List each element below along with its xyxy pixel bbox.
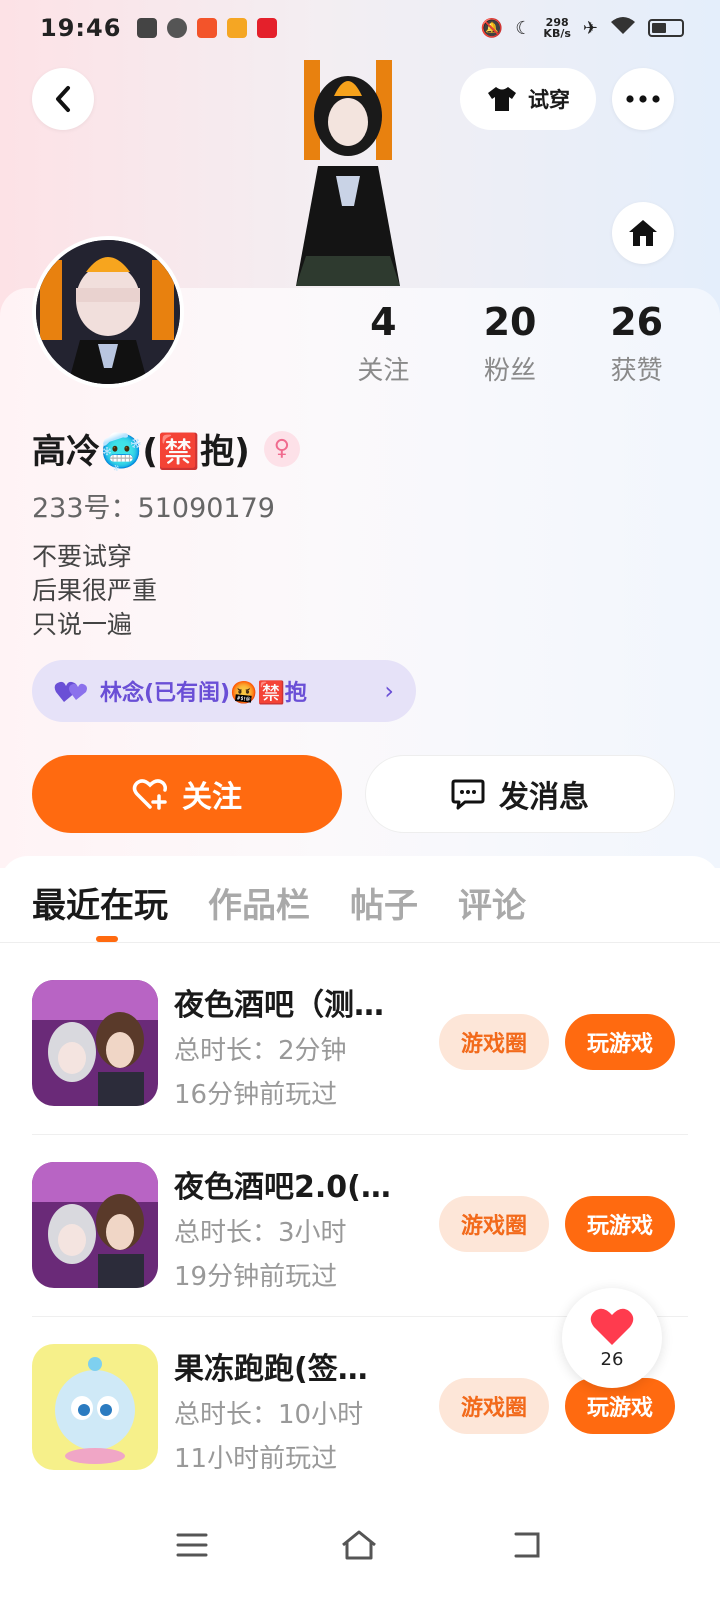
game-circle-button[interactable]: 游戏圈	[439, 1378, 549, 1434]
game-duration: 总时长：3小时	[174, 1218, 347, 1248]
name-row: 高冷🥶(🈲抱) ♀	[32, 424, 300, 473]
game-list-item[interactable]: 夜色酒吧（测… 总时长：2分钟 16分钟前玩过 游戏圈 玩游戏	[32, 980, 688, 1160]
tab-posts[interactable]: 帖子	[350, 878, 418, 927]
tabs-divider	[0, 942, 720, 943]
likes-count: 26	[610, 300, 664, 344]
heart-plus-icon	[132, 779, 167, 810]
user-id: 233号：51090179	[32, 493, 275, 524]
list-divider	[32, 1134, 688, 1135]
content-section: 最近在玩 作品栏 帖子 评论 夜色酒吧（测… 总时长：2分钟 16分钟前玩过 游…	[0, 856, 720, 1600]
battery-icon	[648, 19, 684, 37]
wifi-icon	[610, 16, 636, 41]
system-navigation-bar	[0, 1490, 720, 1600]
send-message-button[interactable]: 发消息	[365, 755, 675, 833]
notification-app-icon	[197, 18, 218, 38]
status-time: 19:46	[40, 14, 122, 42]
tshirt-icon	[488, 87, 516, 111]
game-icon	[32, 1162, 158, 1288]
female-gender-icon: ♀	[263, 430, 300, 467]
game-icon	[32, 980, 158, 1106]
couple-label: 林念(已有闺)🤬🈲抱	[100, 681, 307, 706]
play-game-button[interactable]: 玩游戏	[565, 1014, 675, 1070]
game-duration: 总时长：10小时	[174, 1400, 364, 1430]
mute-icon: 🔕	[480, 17, 504, 39]
more-options-button[interactable]	[612, 68, 674, 130]
tab-works[interactable]: 作品栏	[208, 878, 310, 927]
back-nav-icon[interactable]	[510, 1530, 544, 1560]
following-stat[interactable]: 4 关注	[320, 298, 447, 387]
fans-count: 20	[483, 300, 537, 344]
try-on-label: 试穿	[528, 88, 570, 112]
follow-button[interactable]: 关注	[32, 755, 342, 833]
network-speed: 298 KB/s	[543, 16, 571, 40]
likes-stat[interactable]: 26 获赞	[573, 298, 700, 387]
follow-label: 关注	[182, 780, 242, 815]
bio-line: 不要试穿	[32, 542, 133, 571]
heart-icon	[590, 1308, 634, 1345]
game-last-played: 19分钟前玩过	[174, 1262, 338, 1292]
message-label: 发消息	[499, 780, 589, 815]
home-button[interactable]	[612, 202, 674, 264]
notification-app-icon	[227, 18, 248, 38]
following-label: 关注	[357, 356, 410, 386]
game-duration: 总时长：2分钟	[174, 1036, 347, 1066]
chat-bubble-icon	[451, 779, 485, 810]
tab-recently-played[interactable]: 最近在玩	[32, 878, 168, 927]
house-icon	[629, 220, 657, 246]
status-bar: 19:46 🔕 ☾ 298 KB/s ✈	[0, 0, 720, 56]
game-circle-button[interactable]: 游戏圈	[439, 1196, 549, 1252]
moon-icon: ☾	[515, 17, 532, 39]
likes-label: 获赞	[610, 356, 663, 386]
profile-avatar[interactable]	[32, 236, 184, 388]
user-bio: 不要试穿 后果很严重 只说一遍	[32, 540, 157, 642]
game-title: 夜色酒吧（测…	[174, 988, 384, 1023]
tab-comments[interactable]: 评论	[458, 878, 526, 927]
more-dots-icon	[626, 95, 660, 103]
menu-icon[interactable]	[176, 1532, 208, 1558]
game-last-played: 11小时前玩过	[174, 1444, 338, 1474]
back-button[interactable]	[32, 68, 94, 130]
home-nav-icon[interactable]	[340, 1529, 378, 1561]
following-count: 4	[370, 300, 397, 344]
profile-stats: 4 关注 20 粉丝 26 获赞	[320, 298, 700, 387]
bio-line: 只说一遍	[32, 610, 133, 639]
notification-app-icon	[137, 18, 158, 38]
like-count: 26	[600, 1348, 624, 1370]
avatar-3d-figure	[276, 56, 420, 288]
game-circle-button[interactable]: 游戏圈	[439, 1014, 549, 1070]
bio-line: 后果很严重	[32, 576, 158, 605]
double-heart-icon	[54, 681, 87, 702]
fans-stat[interactable]: 20 粉丝	[447, 298, 574, 387]
back-arrow-icon	[56, 86, 70, 112]
try-on-button[interactable]: 试穿	[460, 68, 596, 130]
chevron-right-icon: ›	[384, 677, 394, 705]
floating-like-button[interactable]: 26	[562, 1288, 662, 1388]
status-icons: 🔕 ☾ 298 KB/s ✈	[481, 16, 684, 41]
notification-app-icon	[257, 18, 278, 38]
couple-relationship-pill[interactable]: 林念(已有闺)🤬🈲抱 ›	[32, 660, 416, 722]
user-name: 高冷🥶(🈲抱)	[32, 432, 250, 472]
profile-tabs: 最近在玩 作品栏 帖子 评论	[32, 878, 526, 927]
notification-app-icon	[167, 18, 188, 38]
game-title: 夜色酒吧2.0(…	[174, 1170, 391, 1205]
fans-label: 粉丝	[484, 356, 537, 386]
play-game-button[interactable]: 玩游戏	[565, 1196, 675, 1252]
game-icon	[32, 1344, 158, 1470]
game-last-played: 16分钟前玩过	[174, 1080, 338, 1110]
game-title: 果冻跑跑(签…	[174, 1352, 368, 1387]
airplane-icon: ✈	[582, 17, 598, 39]
